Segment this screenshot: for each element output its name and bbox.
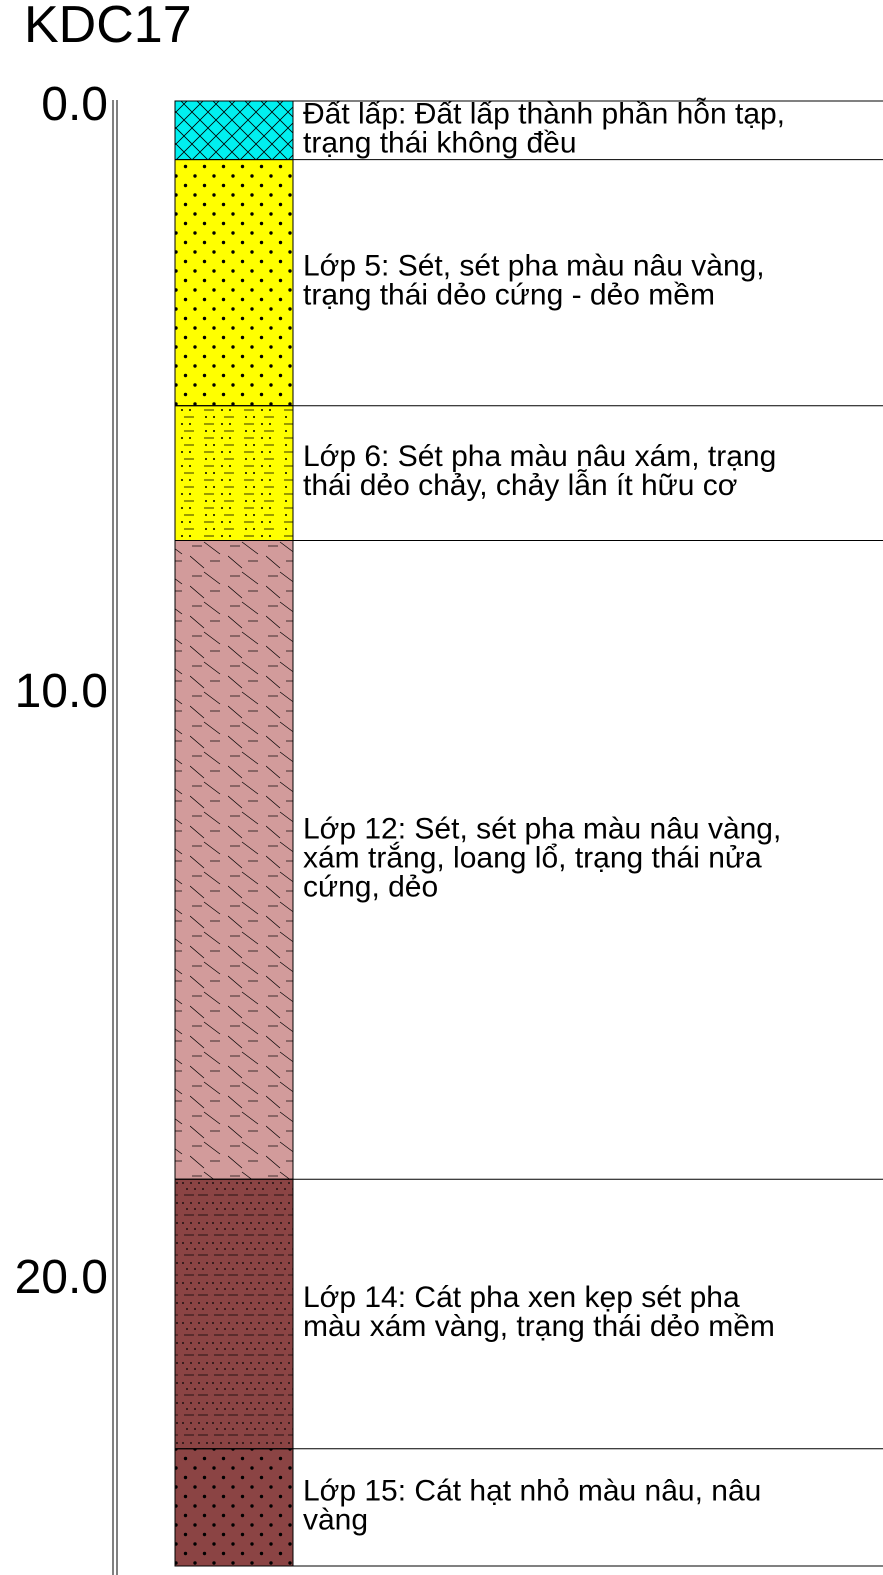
layer-3-description-line-2: cứng, dẻo [303, 870, 438, 903]
layer-5-fill [174, 1448, 294, 1567]
layer-5-description-line-1: vàng [303, 1503, 368, 1536]
layer-0-fill [174, 100, 294, 161]
layer-2-fill [174, 405, 294, 541]
depth-label-20: 20.0 [15, 1251, 108, 1304]
layer-stack: Đất lấp: Đất lấp thành phần hỗn tạp, trạn… [174, 97, 883, 1567]
layer-1-fill [174, 159, 294, 407]
layer-3-description: Lớp 12: Sét, sét pha màu nâu vàng, xám tr… [303, 812, 781, 903]
layer-0-description-line-1: trạng thái không đều [303, 126, 577, 159]
borehole-title: KDC17 [24, 0, 192, 54]
borehole-log: KDC17 0.0 10.0 20.0 Đất lấp: Đất lấp thà… [15, 0, 883, 1575]
layer-5-description-line-0: Lớp 15: Cát hạt nhỏ màu nâu, nâu [303, 1474, 761, 1507]
layer-4-description: Lớp 14: Cát pha xen kẹp sét pha màu xám v… [303, 1281, 775, 1343]
layer-0-description: Đất lấp: Đất lấp thành phần hỗn tạp, trạn… [303, 97, 785, 159]
depth-label-10: 10.0 [15, 665, 108, 718]
layer-1-description-line-1: trạng thái dẻo cứng - dẻo mềm [303, 279, 715, 312]
layer-4-description-line-1: màu xám vàng, trạng thái dẻo mềm [303, 1310, 775, 1343]
depth-label-0: 0.0 [41, 78, 108, 131]
layer-2-description-line-1: thái dẻo chảy, chảy lẫn ít hữu cơ [303, 469, 737, 502]
layer-3-fill [174, 540, 294, 1180]
layer-1-description: Lớp 5: Sét, sét pha màu nâu vàng, trạng t… [303, 250, 765, 312]
layer-2-description: Lớp 6: Sét pha màu nâu xám, trạng thái dẻ… [303, 440, 776, 502]
layer-4-fill [174, 1178, 294, 1450]
layer-5-description: Lớp 15: Cát hạt nhỏ màu nâu, nâu vàng [303, 1474, 761, 1536]
